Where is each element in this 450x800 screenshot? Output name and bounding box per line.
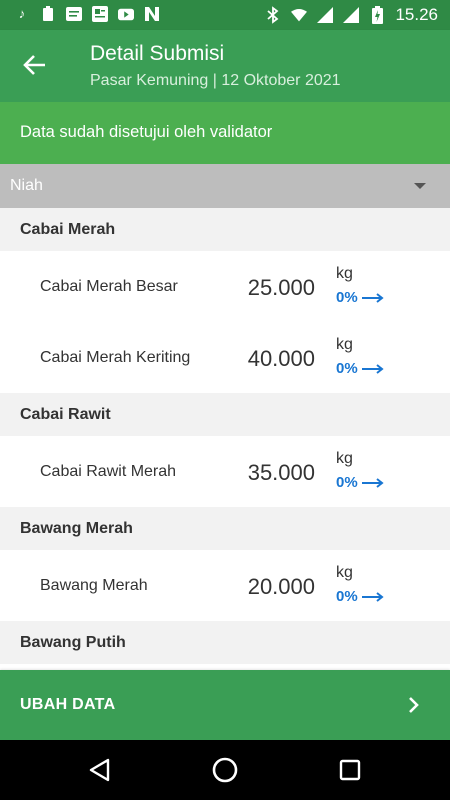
item-unit: kg (336, 450, 353, 467)
price-change-value: 0% (336, 474, 358, 491)
item-unit: kg (336, 564, 353, 581)
commodity-type-dropdown[interactable]: Niah (0, 164, 450, 208)
youtube-icon (118, 6, 134, 22)
clock: 15.26 (395, 5, 438, 24)
approval-banner-text: Data sudah disetujui oleh validator (20, 123, 273, 141)
item-unit: kg (336, 336, 353, 353)
commodity-list[interactable]: Cabai Merah Cabai Merah Besar 25.000 kg … (0, 208, 450, 670)
battery-icon (369, 6, 385, 24)
signal-icon (317, 7, 334, 23)
edit-data-label: UBAH DATA (20, 696, 116, 713)
back-triangle-icon[interactable] (86, 756, 114, 784)
page-title: Detail Submisi (90, 42, 225, 65)
item-quantity: 35.000 (247, 460, 315, 485)
price-change: 0% (336, 474, 384, 491)
message-icon (66, 6, 82, 22)
item-unit: kg (336, 265, 353, 282)
right-arrow-icon (361, 591, 384, 602)
back-arrow-icon[interactable] (22, 52, 48, 78)
list-item[interactable]: Cabai Rawit Merah 35.000 kg 0% (0, 436, 450, 507)
list-item[interactable]: Bawang Merah 20.000 kg 0% (0, 550, 450, 621)
category-title: Bawang Merah (20, 520, 133, 537)
news-icon (92, 6, 108, 22)
dropdown-caret-icon (414, 183, 426, 189)
price-change: 0% (336, 289, 384, 306)
item-name: Bawang Merah (40, 577, 148, 594)
price-change-value: 0% (336, 289, 358, 306)
notification-icons: ♪ (14, 6, 160, 22)
price-change: 0% (336, 360, 384, 377)
right-arrow-icon (361, 477, 384, 488)
edit-data-button[interactable]: UBAH DATA (0, 670, 450, 740)
item-name: Cabai Rawit Merah (40, 463, 177, 480)
price-change-value: 0% (336, 588, 358, 605)
right-arrow-icon (361, 292, 384, 303)
page-subtitle: Pasar Kemuning | 12 Oktober 2021 (90, 72, 341, 89)
clipboard-icon (40, 6, 56, 22)
list-item[interactable]: Cabai Merah Keriting 40.000 kg 0% (0, 322, 450, 393)
n-app-icon (144, 6, 160, 22)
category-title: Cabai Rawit (20, 406, 111, 423)
tiktok-icon: ♪ (18, 6, 26, 21)
list-item[interactable]: Cabai Merah Besar 25.000 kg 0% (0, 251, 450, 322)
category-header: Cabai Rawit (0, 393, 450, 436)
item-quantity: 20.000 (247, 574, 315, 599)
price-change-value: 0% (336, 360, 358, 377)
category-title: Cabai Merah (20, 221, 116, 238)
category-header: Bawang Merah (0, 507, 450, 550)
home-circle-icon[interactable] (211, 756, 239, 784)
app-bar: Detail Submisi Pasar Kemuning | 12 Oktob… (0, 30, 450, 102)
bluetooth-icon (265, 6, 281, 24)
chevron-right-icon (406, 696, 422, 714)
system-nav-bar (0, 740, 450, 800)
status-bar: ♪ 15.26 (0, 0, 450, 30)
item-name: Cabai Merah Keriting (40, 349, 191, 366)
price-change: 0% (336, 588, 384, 605)
category-header: Bawang Putih (0, 621, 450, 664)
category-title: Bawang Putih (20, 634, 126, 651)
approval-banner: Data sudah disetujui oleh validator (0, 102, 450, 164)
system-icons: 15.26 (265, 5, 438, 25)
item-quantity: 40.000 (247, 346, 315, 371)
category-header: Cabai Merah (0, 208, 450, 251)
dropdown-selected-value: Niah (10, 177, 43, 194)
item-name: Cabai Merah Besar (40, 278, 178, 295)
right-arrow-icon (361, 363, 384, 374)
signal-icon (343, 7, 360, 23)
item-quantity: 25.000 (247, 275, 315, 300)
recents-square-icon[interactable] (336, 756, 364, 784)
wifi-icon (291, 7, 308, 23)
